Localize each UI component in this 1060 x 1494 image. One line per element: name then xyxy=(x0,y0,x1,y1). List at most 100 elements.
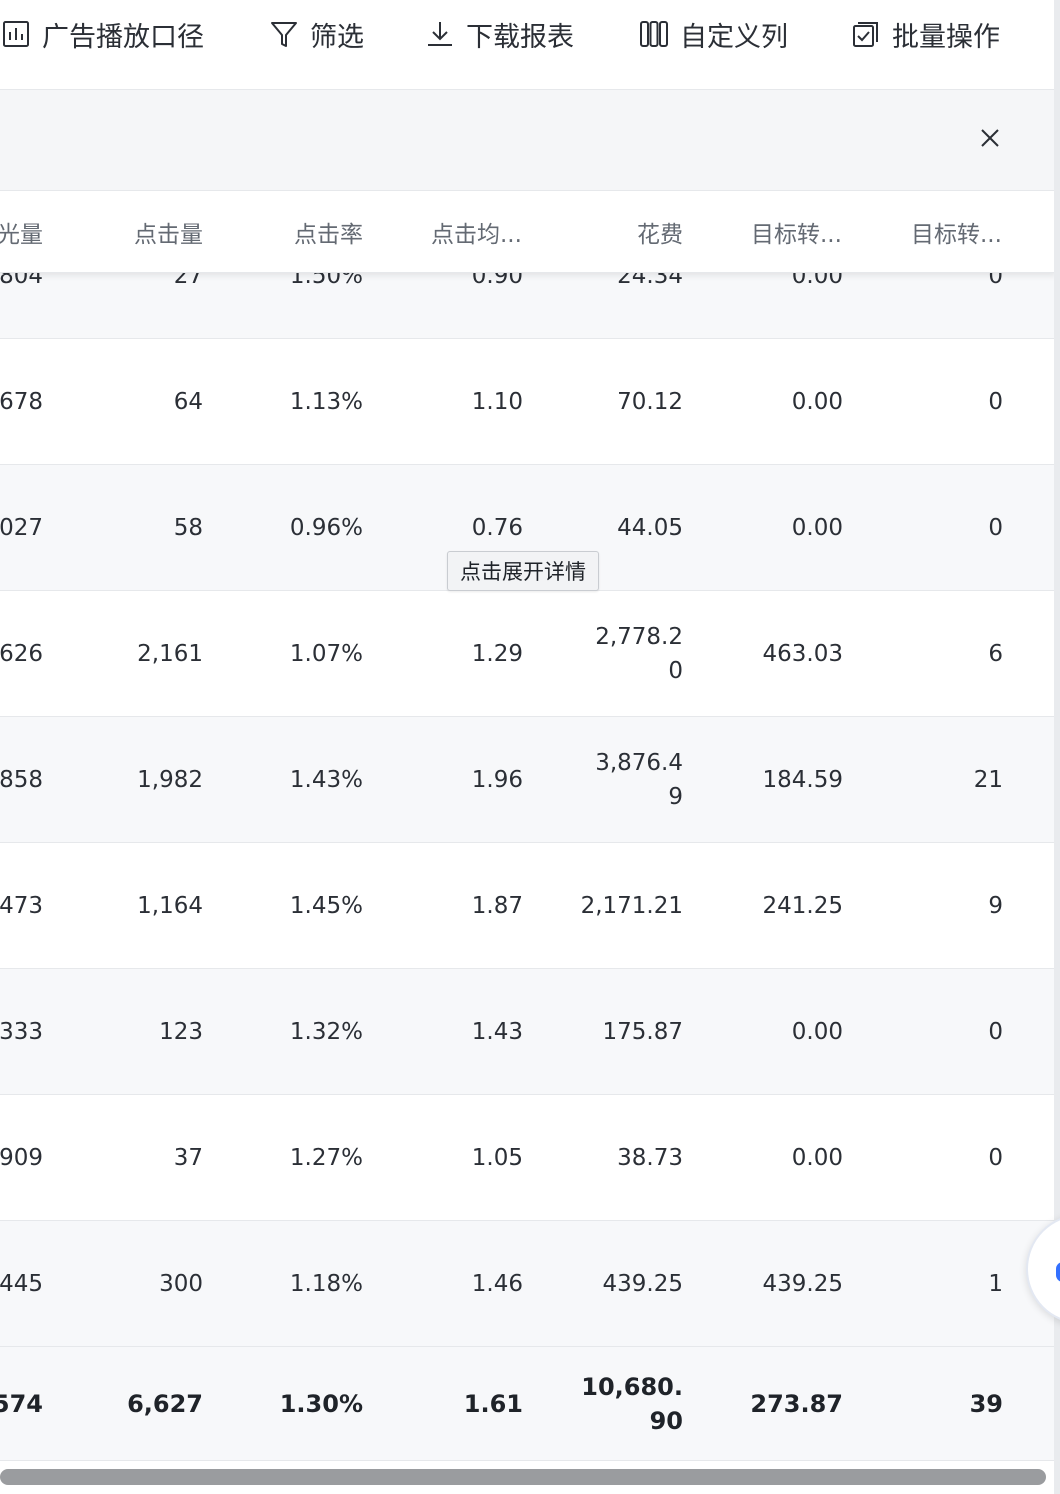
cell-clicks: 300 xyxy=(159,1270,203,1297)
header-impressions[interactable]: 光量 xyxy=(0,191,43,273)
cell-target-conversion-cost: 0.00 xyxy=(791,388,843,415)
cell-spend: 3,876.49 xyxy=(595,749,683,810)
assistant-dot-icon xyxy=(1056,1262,1060,1282)
header-clicks[interactable]: 点击量 xyxy=(83,191,203,273)
cell-target-conversions: 0 xyxy=(988,1144,1003,1171)
cell-clicks: 123 xyxy=(159,1018,203,1045)
cell-target-conversions: 6 xyxy=(988,640,1003,667)
cell-avg-click-cost: 1.46 xyxy=(471,1270,523,1297)
cell-target-conversions: 21 xyxy=(973,766,1003,793)
summary-spend: 10,680.90 xyxy=(581,1373,683,1435)
cell-spend: 38.73 xyxy=(617,1144,683,1171)
summary-ctr: 1.30% xyxy=(279,1390,363,1418)
cell-target-conversions: 9 xyxy=(988,892,1003,919)
table-row[interactable]: 333 123 1.32% 1.43 175.87 0.00 0 xyxy=(0,969,1056,1095)
custom-columns-button[interactable]: 自定义列 xyxy=(638,12,788,56)
cell-spend: 175.87 xyxy=(602,1018,683,1045)
cell-avg-click-cost: 1.05 xyxy=(471,1144,523,1171)
table-row[interactable]: 473 1,164 1.45% 1.87 2,171.21 241.25 9 xyxy=(0,843,1056,969)
expand-details-tooltip: 点击展开详情 xyxy=(447,551,599,591)
cell-clicks: 1,982 xyxy=(137,766,203,793)
table-row[interactable]: 678 64 1.13% 1.10 70.12 0.00 0 xyxy=(0,339,1056,465)
summary-target-conversion-cost: 273.87 xyxy=(750,1390,843,1418)
cell-avg-click-cost: 1.29 xyxy=(471,640,523,667)
cell-spend: 70.12 xyxy=(617,388,683,415)
report-view: 广告播放口径 筛选 下载报表 自定义列 批量操作 804 27 1.50% 0.… xyxy=(0,0,1060,1494)
cell-spend: 439.25 xyxy=(602,1270,683,1297)
filter-icon xyxy=(268,18,300,50)
report-toolbar: 广告播放口径 筛选 下载报表 自定义列 批量操作 xyxy=(0,0,1060,90)
table-summary-row: 574 6,627 1.30% 1.61 10,680.90 273.87 39 xyxy=(0,1347,1056,1461)
bar-chart-icon xyxy=(0,18,32,50)
cell-impressions: 678 xyxy=(0,388,43,415)
table-row[interactable]: 858 1,982 1.43% 1.96 3,876.49 184.59 21 xyxy=(0,717,1056,843)
download-report-button[interactable]: 下载报表 xyxy=(424,12,574,56)
checkbox-icon xyxy=(850,18,882,50)
data-table[interactable]: 804 27 1.50% 0.90 24.34 0.00 0 678 64 1.… xyxy=(0,191,1056,1461)
cell-ctr: 1.32% xyxy=(289,1018,363,1045)
cell-impressions: 333 xyxy=(0,1018,43,1045)
notice-banner xyxy=(0,90,1056,191)
table-header: 光量 点击量 点击率 点击均... 花费 目标转... 目标转... xyxy=(0,191,1056,273)
cell-target-conversions: 1 xyxy=(988,1270,1003,1297)
ad-playback-caliber-button[interactable]: 广告播放口径 xyxy=(0,12,204,56)
cell-clicks: 64 xyxy=(173,388,203,415)
cell-ctr: 1.13% xyxy=(289,388,363,415)
download-icon xyxy=(424,18,456,50)
header-avg-click-cost[interactable]: 点击均... xyxy=(403,191,523,273)
cell-target-conversion-cost: 0.00 xyxy=(791,514,843,541)
columns-icon xyxy=(638,18,670,50)
cell-impressions: 626 xyxy=(0,640,43,667)
close-banner-button[interactable] xyxy=(972,124,1008,156)
cell-clicks: 37 xyxy=(173,1144,203,1171)
cell-target-conversion-cost: 0.00 xyxy=(791,1144,843,1171)
cell-target-conversion-cost: 184.59 xyxy=(762,766,843,793)
cell-impressions: 909 xyxy=(0,1144,43,1171)
cell-impressions: 027 xyxy=(0,514,43,541)
ad-playback-caliber-label: 广告播放口径 xyxy=(42,21,204,53)
cell-target-conversion-cost: 241.25 xyxy=(762,892,843,919)
table-row[interactable]: 445 300 1.18% 1.46 439.25 439.25 1 xyxy=(0,1221,1056,1347)
horizontal-scrollbar-thumb[interactable] xyxy=(0,1469,1046,1485)
header-target-conversions[interactable]: 目标转... xyxy=(903,191,1003,273)
cell-impressions: 445 xyxy=(0,1270,43,1297)
cell-ctr: 1.07% xyxy=(289,640,363,667)
cell-spend: 2,778.20 xyxy=(595,623,683,684)
header-target-conversion-cost[interactable]: 目标转... xyxy=(743,191,843,273)
cell-target-conversions: 0 xyxy=(988,388,1003,415)
cell-impressions: 858 xyxy=(0,766,43,793)
cell-avg-click-cost: 1.10 xyxy=(471,388,523,415)
cell-ctr: 1.45% xyxy=(289,892,363,919)
cell-target-conversions: 0 xyxy=(988,1018,1003,1045)
cell-avg-click-cost: 1.87 xyxy=(471,892,523,919)
summary-impressions: 574 xyxy=(0,1390,43,1418)
header-spend[interactable]: 花费 xyxy=(583,191,683,273)
summary-clicks: 6,627 xyxy=(127,1390,203,1418)
batch-operation-label: 批量操作 xyxy=(892,21,1000,53)
filter-label: 筛选 xyxy=(310,21,364,53)
cell-target-conversion-cost: 463.03 xyxy=(762,640,843,667)
close-icon xyxy=(979,127,1001,153)
cell-ctr: 1.27% xyxy=(289,1144,363,1171)
cell-spend: 2,171.21 xyxy=(580,892,683,919)
cell-clicks: 58 xyxy=(173,514,203,541)
cell-impressions: 473 xyxy=(0,892,43,919)
cell-ctr: 0.96% xyxy=(289,514,363,541)
custom-columns-label: 自定义列 xyxy=(680,21,788,53)
download-report-label: 下载报表 xyxy=(466,21,574,53)
cell-target-conversions: 0 xyxy=(988,514,1003,541)
cell-ctr: 1.18% xyxy=(289,1270,363,1297)
cell-clicks: 2,161 xyxy=(137,640,203,667)
batch-operation-button[interactable]: 批量操作 xyxy=(850,12,1000,56)
summary-target-conversions: 39 xyxy=(969,1390,1003,1418)
table-row[interactable]: 626 2,161 1.07% 1.29 2,778.20 463.03 6 xyxy=(0,591,1056,717)
table-row[interactable]: 909 37 1.27% 1.05 38.73 0.00 0 xyxy=(0,1095,1056,1221)
cell-avg-click-cost: 1.43 xyxy=(471,1018,523,1045)
filter-button[interactable]: 筛选 xyxy=(268,12,364,56)
cell-ctr: 1.43% xyxy=(289,766,363,793)
cell-avg-click-cost: 1.96 xyxy=(471,766,523,793)
cell-clicks: 1,164 xyxy=(137,892,203,919)
cell-target-conversion-cost: 439.25 xyxy=(762,1270,843,1297)
summary-avg-click-cost: 1.61 xyxy=(463,1390,523,1418)
header-ctr[interactable]: 点击率 xyxy=(243,191,363,273)
